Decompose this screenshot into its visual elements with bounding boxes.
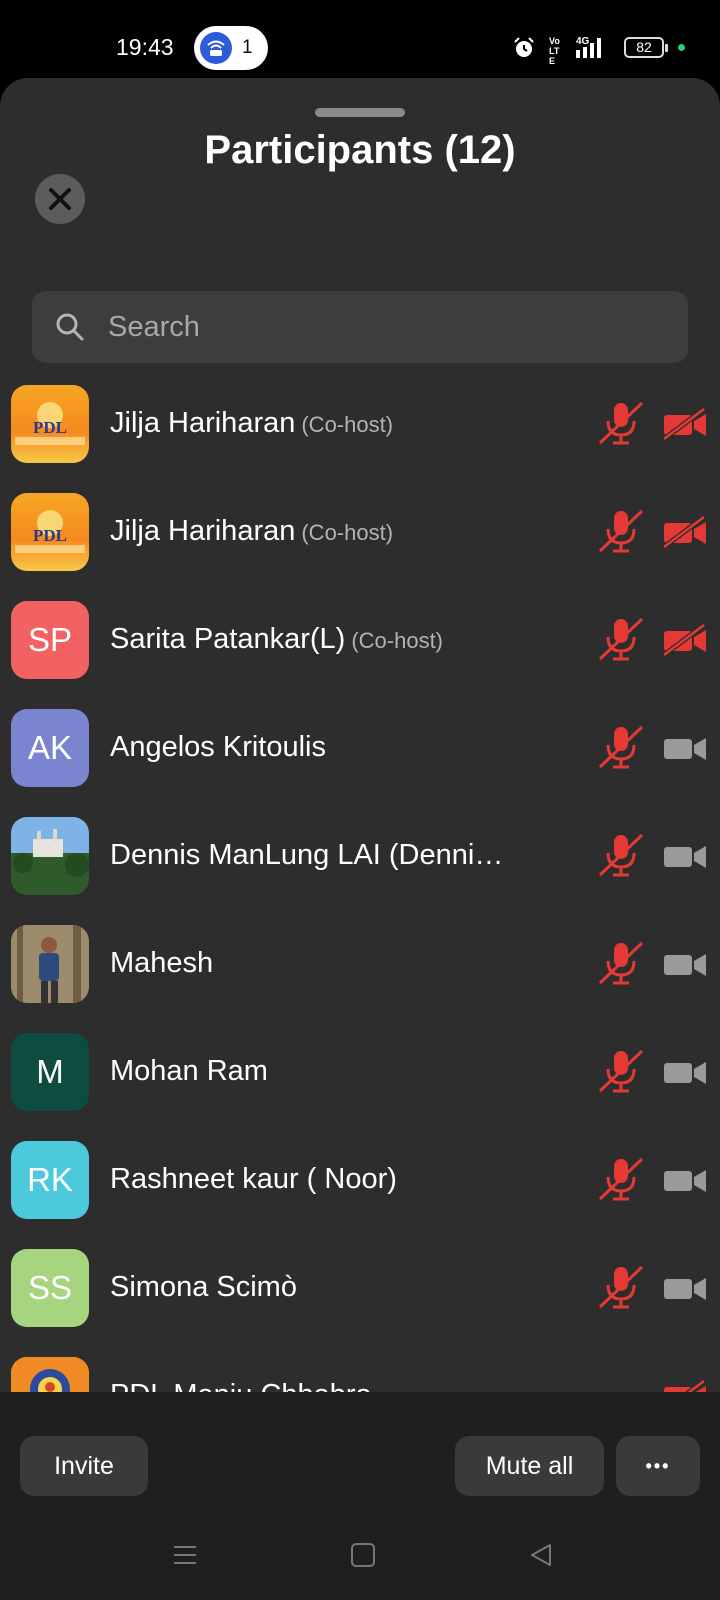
participant-name: Dennis ManLung LAI (Denni… [110, 839, 503, 872]
camera-off-icon[interactable] [662, 623, 708, 657]
alarm-icon [514, 37, 534, 57]
volte-indicator: Vo LTE [549, 36, 560, 66]
system-nav-bar [0, 1512, 720, 1600]
home-icon[interactable] [350, 1542, 376, 1568]
mic-muted-icon[interactable] [598, 507, 644, 555]
avatar: RK [11, 1141, 89, 1219]
hotspot-indicator[interactable]: 1 [194, 26, 268, 70]
mic-muted-icon[interactable] [598, 1155, 644, 1203]
camera-on-icon[interactable] [662, 1055, 708, 1089]
participant-row[interactable]: PDL Jilja Hariharan (Co-host) [0, 371, 720, 477]
mic-muted-icon[interactable] [598, 1047, 644, 1095]
invite-button[interactable]: Invite [20, 1436, 148, 1496]
back-icon[interactable] [528, 1542, 554, 1568]
close-icon [49, 188, 71, 210]
svg-text:4G: 4G [576, 36, 590, 47]
participant-row[interactable]: SP Sarita Patankar(L) (Co-host) [0, 585, 720, 693]
participant-name: Mohan Ram [110, 1055, 268, 1088]
participant-name-text: Jilja Hariharan [110, 515, 296, 547]
hotspot-icon [200, 32, 232, 64]
participant-name-text: Sarita Patankar(L) [110, 623, 346, 655]
search-bar[interactable] [32, 291, 688, 363]
sheet-title: Participants (12) [204, 128, 516, 172]
mic-muted-icon[interactable] [598, 1263, 644, 1311]
participant-row[interactable]: AK Angelos Kritoulis [0, 693, 720, 801]
camera-on-icon[interactable] [662, 1163, 708, 1197]
avatar: SP [11, 601, 89, 679]
camera-off-icon[interactable] [662, 407, 708, 441]
participant-name: PDL Manju Chhabra [110, 1379, 372, 1392]
avatar [11, 925, 89, 1003]
participant-name-text: Simona Scimò [110, 1271, 297, 1303]
camera-off-icon[interactable] [662, 1379, 708, 1392]
participant-name-text: Dennis ManLung LAI (Denni… [110, 839, 504, 871]
search-icon [56, 313, 84, 341]
participant-name-text: PDL Manju Chhabra [110, 1379, 372, 1392]
mic-muted-icon[interactable] [598, 831, 644, 879]
clock: 19:43 [116, 34, 174, 60]
battery-icon: 82 [624, 37, 668, 58]
avatar [11, 817, 89, 895]
privacy-dot [678, 44, 685, 51]
participant-name: Sarita Patankar(L) (Co-host) [110, 623, 443, 656]
avatar: PDL [11, 493, 89, 571]
participant-name: Rashneet kaur ( Noor) [110, 1163, 397, 1196]
participant-row[interactable]: RK Rashneet kaur ( Noor) [0, 1125, 720, 1233]
participant-row[interactable]: SS Simona Scimò [0, 1233, 720, 1341]
participant-role: (Co-host) [351, 628, 444, 653]
camera-on-icon[interactable] [662, 947, 708, 981]
participant-name-text: Jilja Hariharan [110, 407, 296, 439]
participant-row[interactable]: PDL Manju Chhabra [0, 1341, 720, 1392]
mic-muted-icon[interactable] [598, 615, 644, 663]
more-button[interactable]: ••• [616, 1436, 700, 1496]
participant-list[interactable]: PDL Jilja Hariharan (Co-host) PDL Jilja Hari… [0, 371, 720, 1392]
camera-off-icon[interactable] [662, 515, 708, 549]
search-input[interactable] [108, 291, 668, 363]
avatar: AK [11, 709, 89, 787]
avatar [11, 1357, 89, 1392]
participant-name-text: Mohan Ram [110, 1055, 268, 1087]
participant-row[interactable]: PDL Jilja Hariharan (Co-host) [0, 477, 720, 585]
mic-muted-icon[interactable] [598, 399, 644, 447]
action-bar: Invite Mute all ••• [0, 1392, 720, 1512]
participant-row[interactable]: M Mohan Ram [0, 1017, 720, 1125]
avatar: SS [11, 1249, 89, 1327]
participant-name: Jilja Hariharan (Co-host) [110, 407, 393, 440]
mic-muted-icon[interactable] [598, 723, 644, 771]
mute-all-button[interactable]: Mute all [455, 1436, 604, 1496]
avatar: M [11, 1033, 89, 1111]
participant-name: Simona Scimò [110, 1271, 297, 1304]
mic-muted-icon[interactable] [598, 939, 644, 987]
menu-icon[interactable] [172, 1542, 198, 1568]
participant-name-text: Angelos Kritoulis [110, 731, 326, 763]
participant-name: Angelos Kritoulis [110, 731, 326, 764]
status-bar: 19:43 1 Vo LTE 4G 82 [0, 0, 720, 78]
participant-row[interactable]: Dennis ManLung LAI (Denni… [0, 801, 720, 909]
participant-role: (Co-host) [301, 412, 394, 437]
camera-on-icon[interactable] [662, 731, 708, 765]
signal-icon: 4G [576, 36, 601, 58]
participant-name-text: Mahesh [110, 947, 214, 979]
participant-name: Jilja Hariharan (Co-host) [110, 515, 393, 548]
hotspot-count: 1 [242, 37, 253, 58]
avatar-logo-text: PDL [33, 418, 67, 437]
camera-on-icon[interactable] [662, 839, 708, 873]
participant-role: (Co-host) [301, 520, 394, 545]
participant-row[interactable]: Mahesh [0, 909, 720, 1017]
camera-on-icon[interactable] [662, 1271, 708, 1305]
close-button[interactable] [35, 174, 85, 224]
avatar-logo-text: PDL [33, 526, 67, 545]
participants-sheet: Participants (12) PDLJilja Hariharan(Co-… [0, 78, 720, 1392]
avatar: PDL [11, 385, 89, 463]
participant-name: Mahesh [110, 947, 213, 980]
participant-name-text: Rashneet kaur ( Noor) [110, 1163, 397, 1195]
drag-handle[interactable] [315, 108, 405, 117]
